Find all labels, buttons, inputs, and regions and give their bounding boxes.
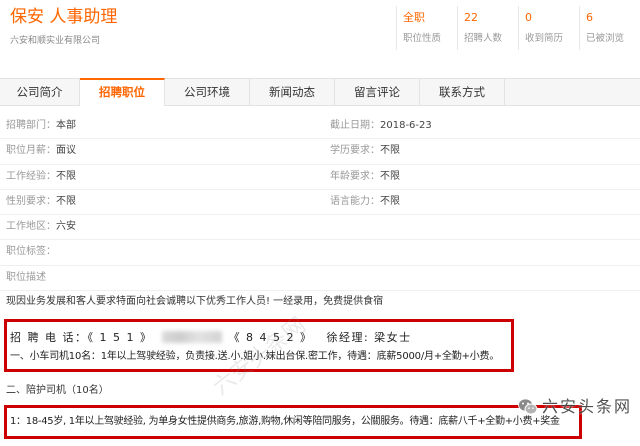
contact-persons: 徐经理: 梁女士 (326, 331, 412, 344)
detail-label: 职位标签： (6, 246, 56, 258)
detail-age: 年龄要求：不限 (330, 165, 400, 189)
detail-row: 职位月薪：面议 学历要求：不限 (0, 139, 640, 165)
tab-bar: 公司简介 招聘职位 公司环境 新闻动态 留言评论 联系方式 (0, 78, 640, 106)
detail-value: 不限 (56, 195, 76, 207)
detail-label: 年龄要求： (330, 170, 380, 182)
detail-label: 职位月薪： (6, 145, 56, 157)
corner-watermark: 六安头条网 (518, 396, 632, 418)
highlight-box-position-2: 1：18-45岁, 1年以上驾驶经验, 为单身女性提供商务,旅游,购物,休闲等陪… (4, 405, 582, 439)
job-title: 保安 人事助理 (10, 7, 118, 27)
detail-value: 2018-6-23 (380, 120, 432, 131)
detail-row: 职位描述 (0, 266, 640, 292)
stat-openings: 22 招聘人数 (457, 6, 518, 50)
tab-news[interactable]: 新闻动态 (250, 79, 335, 105)
stat-value: 全职 (403, 11, 425, 24)
contact-label: 招 聘 电 话： (10, 331, 88, 344)
stat-resumes: 0 收到简历 (518, 6, 579, 50)
detail-label: 性别要求： (6, 195, 56, 207)
watermark-text: 六安头条网 (542, 397, 633, 416)
stat-label: 收到简历 (525, 33, 564, 44)
detail-description-heading: 职位描述 (6, 266, 46, 290)
stat-label: 招聘人数 (464, 33, 503, 44)
detail-label: 工作地区： (6, 221, 56, 233)
detail-value: 不限 (56, 170, 76, 182)
detail-value: 本部 (56, 120, 76, 131)
job-details: 招聘部门：本部 截止日期：2018-6-23 职位月薪：面议 学历要求：不限 工… (0, 114, 640, 292)
detail-row: 性别要求：不限 语言能力：不限 (0, 190, 640, 216)
detail-label: 工作经验： (6, 170, 56, 182)
phone-suffix: 《 8 4 5 2 》 (228, 331, 313, 344)
job-stats: 全职 职位性质 22 招聘人数 0 收到简历 6 已被浏览 (396, 6, 640, 50)
company-name: 六安和顺实业有限公司 (10, 36, 101, 46)
position-2-detail: 1：18-45岁, 1年以上驾驶经验, 为单身女性提供商务,旅游,购物,休闲等陪… (10, 416, 560, 427)
stat-value: 22 (464, 11, 478, 24)
detail-value: 六安 (56, 221, 76, 233)
blurred-phone-segment (162, 331, 223, 343)
detail-location: 工作地区：六安 (6, 215, 76, 239)
tab-job-openings[interactable]: 招聘职位 (80, 78, 165, 106)
detail-value: 不限 (380, 170, 400, 182)
detail-row: 工作经验：不限 年龄要求：不限 (0, 165, 640, 190)
tab-contact[interactable]: 联系方式 (420, 79, 505, 105)
stat-value: 0 (525, 11, 532, 24)
detail-label: 招聘部门： (6, 120, 56, 131)
tab-company-intro[interactable]: 公司简介 (0, 79, 80, 105)
position-2-title: 二、陪护司机（10名） (6, 385, 109, 396)
detail-value: 不限 (380, 145, 400, 157)
highlight-box-contact: 招 聘 电 话：《 1 5 1 》 《 8 4 5 2 》徐经理: 梁女士 一、小… (4, 319, 514, 372)
contact-line: 招 聘 电 话：《 1 5 1 》 《 8 4 5 2 》徐经理: 梁女士 (10, 328, 511, 347)
detail-value: 面议 (56, 145, 76, 157)
position-1-text: 一、小车司机10名：1年以上驾驶经验，负责接.送.小.姐小.妹出台保.密工作，待… (10, 351, 500, 362)
tab-company-environment[interactable]: 公司环境 (165, 79, 250, 105)
detail-salary: 职位月薪：面议 (6, 139, 76, 163)
detail-label: 语言能力： (330, 195, 380, 207)
detail-value: 不限 (380, 195, 400, 207)
detail-experience: 工作经验：不限 (6, 165, 76, 189)
stat-label: 职位性质 (403, 33, 442, 44)
detail-row: 工作地区：六安 (0, 215, 640, 241)
detail-education: 学历要求：不限 (330, 139, 400, 163)
detail-department: 招聘部门：本部 (6, 114, 76, 138)
detail-label: 截止日期： (330, 120, 380, 131)
phone-prefix: 《 1 5 1 》 (87, 331, 153, 344)
detail-language: 语言能力：不限 (330, 190, 400, 214)
detail-deadline: 截止日期：2018-6-23 (330, 114, 432, 138)
detail-label: 职位描述 (6, 271, 46, 283)
stat-job-type: 全职 职位性质 (396, 6, 457, 50)
detail-row: 招聘部门：本部 截止日期：2018-6-23 (0, 114, 640, 140)
description-intro: 现因业务发展和客人要求特面向社会诚聘以下优秀工作人员! 一经录用，免费提供食宿 (6, 296, 384, 307)
detail-gender: 性别要求：不限 (6, 190, 76, 214)
stat-label: 已被浏览 (586, 33, 625, 44)
stat-value: 6 (586, 11, 593, 24)
stat-views: 6 已被浏览 (579, 6, 640, 50)
tab-comments[interactable]: 留言评论 (335, 79, 420, 105)
job-detail-page: 保安 人事助理 六安和顺实业有限公司 全职 职位性质 22 招聘人数 0 收到简… (0, 0, 640, 446)
detail-row: 职位标签： (0, 240, 640, 266)
detail-tags: 职位标签： (6, 240, 56, 264)
wechat-icon (518, 398, 538, 416)
detail-label: 学历要求： (330, 145, 380, 157)
